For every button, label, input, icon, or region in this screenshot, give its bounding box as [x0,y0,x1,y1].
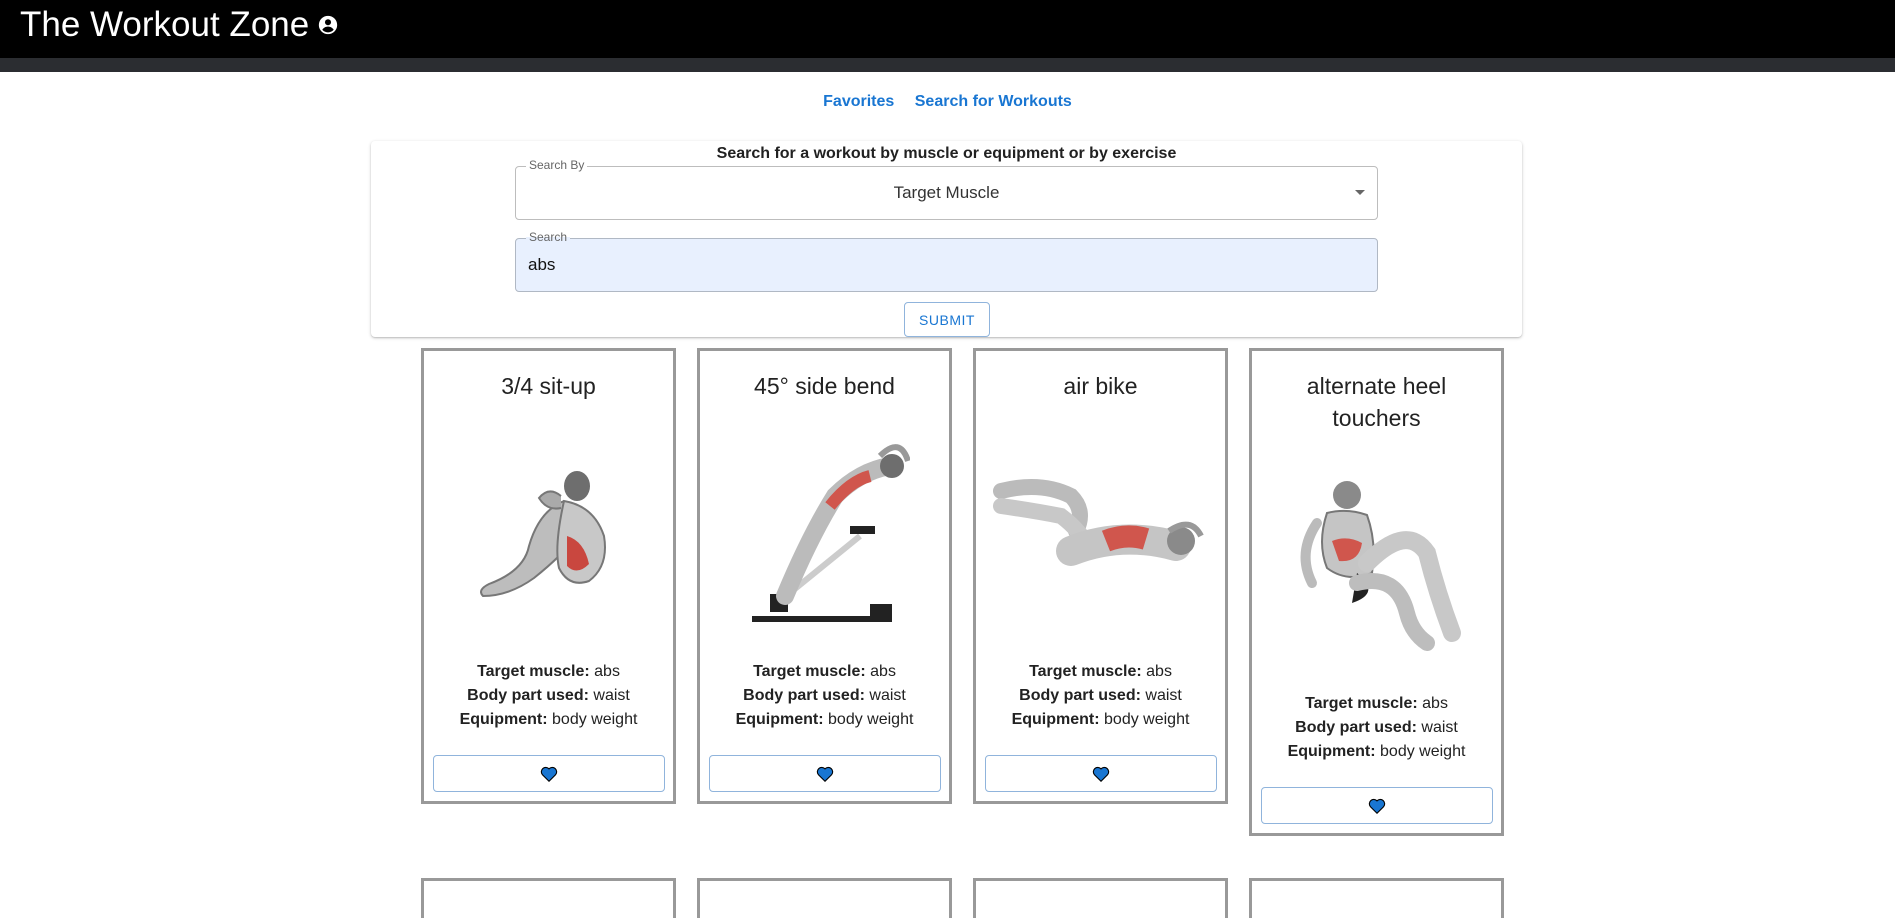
equipment-value: body weight [1104,711,1190,728]
search-input[interactable] [528,239,1348,291]
exercise-info: Target muscle: abs Body part used: waist… [976,660,1225,732]
body-part-value: waist [593,687,630,704]
equipment-label: Equipment: [735,711,824,728]
search-by-value: Target Muscle [893,183,1000,202]
body-part-value: waist [869,687,906,704]
body-part-label: Body part used: [1019,687,1141,704]
account-circle-icon[interactable] [317,14,339,36]
exercise-info: Target muscle: abs Body part used: waist… [1252,692,1501,764]
target-label: Target muscle: [753,663,866,680]
exercise-info: Target muscle: abs Body part used: waist… [700,660,949,732]
exercise-card [1249,878,1504,918]
exercise-image [700,402,949,660]
exercise-card: 3/4 sit-up Target muscle: abs Body part … [421,348,676,804]
equipment-value: body weight [552,711,638,728]
body-part-label: Body part used: [467,687,589,704]
equipment-label: Equipment: [1011,711,1100,728]
equipment-value: body weight [1380,743,1466,760]
exercise-image [976,402,1225,660]
exercise-card [697,878,952,918]
main-nav: Favorites Search for Workouts [0,93,1895,111]
submit-button[interactable]: SUBMIT [904,302,990,337]
app-header: The Workout Zone [0,0,1895,72]
body-part-label: Body part used: [743,687,865,704]
target-label: Target muscle: [1029,663,1142,680]
app-title: The Workout Zone [20,5,310,44]
exercise-card: 45° side bend Target muscle: abs Body pa… [697,348,952,804]
target-value: abs [870,663,896,680]
heart-icon [540,766,557,782]
target-label: Target muscle: [477,663,590,680]
equipment-label: Equipment: [459,711,548,728]
exercise-card [973,878,1228,918]
nav-search-link[interactable]: Search for Workouts [915,93,1072,110]
search-panel: Search for a workout by muscle or equipm… [371,141,1522,337]
body-part-value: waist [1145,687,1182,704]
body-part-value: waist [1421,719,1458,736]
search-field: Search [515,230,1378,292]
exercise-name: alternate heel touchers [1306,373,1447,431]
heart-icon [1092,766,1109,782]
exercise-image [1252,434,1501,692]
search-by-select[interactable]: Search By Target Muscle [515,158,1378,220]
exercise-card: air bike Target muscle: abs Body part us… [973,348,1228,804]
target-value: abs [1422,695,1448,712]
dropdown-arrow-icon[interactable] [1355,190,1365,195]
exercise-card [421,878,676,918]
exercise-name: air bike [1063,373,1138,399]
favorite-button[interactable] [708,755,941,792]
exercise-image [424,402,673,660]
favorite-button[interactable] [1260,787,1493,824]
favorite-button[interactable] [984,755,1217,792]
exercise-info: Target muscle: abs Body part used: waist… [424,660,673,732]
exercise-name: 3/4 sit-up [501,373,596,399]
body-part-label: Body part used: [1295,719,1417,736]
exercise-card: alternate heel touchers Target muscle: a… [1249,348,1504,836]
target-value: abs [1146,663,1172,680]
equipment-value: body weight [828,711,914,728]
target-value: abs [594,663,620,680]
exercise-name: 45° side bend [754,373,895,399]
nav-favorites-link[interactable]: Favorites [823,93,894,110]
heart-icon [1368,798,1385,814]
equipment-label: Equipment: [1287,743,1376,760]
favorite-button[interactable] [432,755,665,792]
heart-icon [816,766,833,782]
target-label: Target muscle: [1305,695,1418,712]
